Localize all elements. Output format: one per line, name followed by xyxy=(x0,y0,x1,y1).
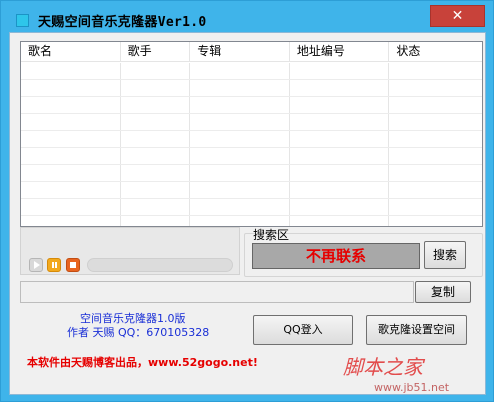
table-cell xyxy=(389,131,482,147)
table-row[interactable] xyxy=(21,131,482,148)
client-area: 歌名 歌手 专辑 地址编号 状态 搜索区 不再联系 搜索 复制 空间音乐克隆器1… xyxy=(9,32,486,395)
table-cell xyxy=(21,114,121,130)
table-cell xyxy=(389,63,482,79)
table-body xyxy=(21,63,482,226)
table-cell xyxy=(21,131,121,147)
table-cell xyxy=(190,80,290,96)
watermark-url: www.jb51.net xyxy=(374,381,450,394)
table-cell xyxy=(389,216,482,226)
table-header: 歌名 歌手 专辑 地址编号 状态 xyxy=(21,42,482,62)
stop-icon[interactable] xyxy=(66,258,80,272)
watermark-logo: 脚本之家 xyxy=(343,355,423,379)
table-row[interactable] xyxy=(21,114,482,131)
table-cell xyxy=(121,80,191,96)
table-cell xyxy=(290,148,390,164)
table-cell xyxy=(121,165,191,181)
table-cell xyxy=(21,182,121,198)
address-field[interactable] xyxy=(20,281,414,303)
search-input[interactable]: 不再联系 xyxy=(252,243,420,269)
table-cell xyxy=(21,165,121,181)
table-cell xyxy=(190,182,290,198)
column-header-singer[interactable]: 歌手 xyxy=(121,42,191,61)
table-cell xyxy=(190,131,290,147)
table-cell xyxy=(190,199,290,215)
column-header-address-id[interactable]: 地址编号 xyxy=(290,42,390,61)
table-cell xyxy=(389,97,482,113)
table-cell xyxy=(121,114,191,130)
table-row[interactable] xyxy=(21,148,482,165)
table-cell xyxy=(290,216,390,226)
close-icon[interactable]: ✕ xyxy=(430,5,485,27)
table-cell xyxy=(21,199,121,215)
table-cell xyxy=(121,63,191,79)
pause-icon[interactable] xyxy=(47,258,61,272)
table-cell xyxy=(21,80,121,96)
table-cell xyxy=(190,148,290,164)
table-row[interactable] xyxy=(21,216,482,226)
table-cell xyxy=(290,182,390,198)
table-cell xyxy=(121,182,191,198)
table-row[interactable] xyxy=(21,182,482,199)
table-cell xyxy=(21,148,121,164)
table-cell xyxy=(290,97,390,113)
table-cell xyxy=(290,63,390,79)
playback-progress-slider[interactable] xyxy=(87,258,233,272)
table-cell xyxy=(190,97,290,113)
copy-button[interactable]: 复制 xyxy=(415,281,471,303)
table-row[interactable] xyxy=(21,199,482,216)
table-cell xyxy=(389,148,482,164)
app-window: 天赐空间音乐克隆器Ver1.0 ✕ 歌名 歌手 专辑 地址编号 状态 搜索区 不… xyxy=(0,0,494,402)
column-header-song[interactable]: 歌名 xyxy=(21,42,121,61)
author-info-text: 作者 天赐 QQ：670105328 xyxy=(67,326,210,339)
table-cell xyxy=(21,97,121,113)
table-cell xyxy=(389,80,482,96)
play-icon[interactable] xyxy=(29,258,43,272)
credit-text: 本软件由天赐博客出品，www.52gogo.net! xyxy=(27,356,258,369)
table-cell xyxy=(290,80,390,96)
table-cell xyxy=(290,114,390,130)
table-cell xyxy=(389,182,482,198)
table-cell xyxy=(190,63,290,79)
table-cell xyxy=(389,199,482,215)
table-row[interactable] xyxy=(21,63,482,80)
table-cell xyxy=(389,114,482,130)
table-cell xyxy=(121,148,191,164)
table-cell xyxy=(290,131,390,147)
search-button[interactable]: 搜索 xyxy=(424,241,466,269)
set-space-button[interactable]: 歌克隆设置空间 xyxy=(366,315,467,345)
title-bar[interactable]: 天赐空间音乐克隆器Ver1.0 ✕ xyxy=(1,1,493,31)
table-cell xyxy=(290,165,390,181)
table-cell xyxy=(290,199,390,215)
table-row[interactable] xyxy=(21,97,482,114)
table-cell xyxy=(190,165,290,181)
song-table[interactable]: 歌名 歌手 专辑 地址编号 状态 xyxy=(20,41,483,227)
qq-login-button[interactable]: QQ登入 xyxy=(253,315,353,345)
table-cell xyxy=(190,114,290,130)
table-cell xyxy=(389,165,482,181)
column-header-status[interactable]: 状态 xyxy=(389,42,482,61)
table-cell xyxy=(21,63,121,79)
search-area-label: 搜索区 xyxy=(253,228,290,242)
table-cell xyxy=(121,97,191,113)
table-cell xyxy=(121,131,191,147)
table-row[interactable] xyxy=(21,80,482,97)
app-icon xyxy=(16,14,29,27)
column-header-album[interactable]: 专辑 xyxy=(190,42,290,61)
media-player xyxy=(20,227,240,275)
table-cell xyxy=(121,216,191,226)
window-title: 天赐空间音乐克隆器Ver1.0 xyxy=(38,15,207,30)
table-row[interactable] xyxy=(21,165,482,182)
table-cell xyxy=(21,216,121,226)
table-cell xyxy=(121,199,191,215)
